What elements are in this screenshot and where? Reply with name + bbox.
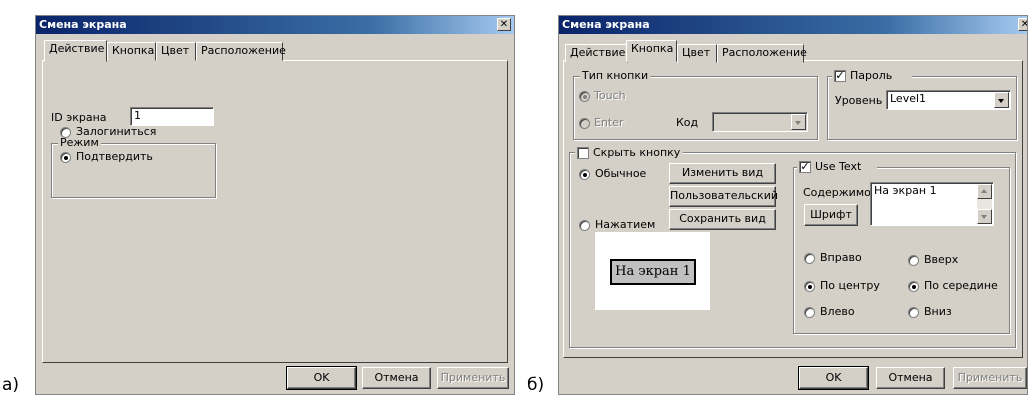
button-type-group-title: Тип кнопки [580,69,651,82]
cancel-button[interactable]: Отмена [362,367,431,389]
mode-login-radio[interactable] [60,127,71,138]
state-pressed-label: Нажатием [595,218,656,231]
button-type-enter-radio[interactable] [579,118,590,129]
mode-confirm-radio[interactable] [60,152,71,163]
ok-button[interactable]: OK [798,366,869,390]
tab-button[interactable]: Кнопка [626,40,677,62]
tab-action[interactable]: Действие [565,44,628,63]
preview-button: На экран 1 [610,259,696,285]
chevron-down-icon[interactable] [791,114,806,130]
button-type-touch-radio[interactable] [579,91,590,102]
dialog-title: Смена экрана [559,16,1027,34]
password-label: Пароль [850,69,893,82]
button-preview: На экран 1 [595,232,710,310]
align-middle-label: По середине [924,279,998,292]
scroll-up-icon[interactable] [977,184,992,199]
use-text-checkbox[interactable]: ✓ [799,161,811,173]
screen-id-label: ID экрана [51,111,107,124]
cancel-button[interactable]: Отмена [876,367,945,389]
save-view-button[interactable]: Сохранить вид [669,209,776,230]
button-type-enter-label: Enter [594,116,624,129]
scroll-down-icon[interactable] [977,209,992,224]
state-normal-radio[interactable] [579,169,590,180]
tab-layout[interactable]: Расположение [196,42,286,61]
code-dropdown[interactable] [712,112,808,132]
mode-confirm-label: Подтвердить [76,150,153,163]
dialog-screen-change-action: Смена экрана ✕ Действие Кнопка Цвет Расп… [35,15,515,395]
align-left-label: Влево [820,305,855,318]
content-scrollbar[interactable] [977,184,992,224]
dialog-title: Смена экрана [36,16,514,34]
align-right-label: Вправо [820,251,862,264]
align-top-label: Вверх [924,253,959,266]
password-checkbox[interactable]: ✓ [834,70,846,82]
tab-color[interactable]: Цвет [677,44,717,63]
align-bottom-label: Вниз [924,305,952,318]
level-label: Уровень [835,94,883,107]
content-textarea[interactable]: На экран 1 [870,182,994,226]
code-label: Код [676,116,699,129]
align-left-radio[interactable] [804,307,815,318]
use-text-label: Use Text [815,160,862,173]
tab-color[interactable]: Цвет [156,42,196,61]
screen-id-input[interactable]: 1 [130,107,214,126]
dialog-screen-change-button: Смена экрана ✕ Действие Кнопка Цвет Расп… [558,15,1028,395]
hide-button-checkbox[interactable] [577,147,589,159]
align-bottom-radio[interactable] [908,307,919,318]
state-pressed-radio[interactable] [579,220,590,231]
close-icon[interactable]: ✕ [497,18,511,31]
state-normal-label: Обычное [595,167,647,180]
align-center-label: По центру [820,279,880,292]
tab-button[interactable]: Кнопка [107,42,156,61]
level-dropdown[interactable]: Level1 [886,90,1011,110]
level-value: Level1 [890,92,927,105]
tab-panel-action [42,60,508,363]
font-button[interactable]: Шрифт [804,204,858,226]
caption-a: а) [2,375,20,395]
button-type-touch-label: Touch [594,89,626,102]
ok-button[interactable]: OK [286,366,357,390]
change-view-button[interactable]: Изменить вид [669,163,776,184]
close-icon[interactable]: ✕ [1018,18,1027,31]
content-value: На экран 1 [874,184,937,197]
apply-button[interactable]: Применить [953,367,1027,389]
tab-action[interactable]: Действие [44,40,107,62]
tab-layout[interactable]: Расположение [717,44,807,63]
chevron-down-icon[interactable] [994,92,1009,108]
align-middle-radio[interactable] [908,281,919,292]
apply-button[interactable]: Применить [437,367,509,389]
custom-button[interactable]: Пользовательский [669,186,778,207]
caption-b: б) [527,375,545,395]
hide-button-label: Скрыть кнопку [593,146,681,159]
align-center-radio[interactable] [804,281,815,292]
align-right-radio[interactable] [804,253,815,264]
align-top-radio[interactable] [908,255,919,266]
content-label: Содержимое [803,186,878,199]
mode-login-label: Залогиниться [76,125,157,138]
